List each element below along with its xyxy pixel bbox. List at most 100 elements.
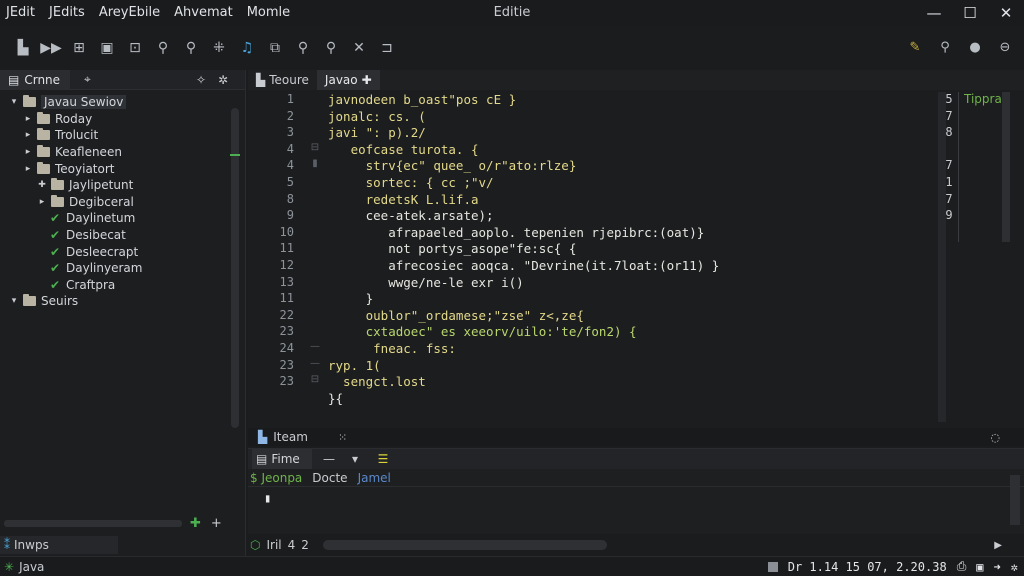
tree-item[interactable]: ✔ Desleecrapt <box>0 243 245 260</box>
code-line[interactable]: } <box>328 291 938 308</box>
code-line[interactable]: javnodeen b_oast"pos cE } <box>328 92 938 109</box>
expand-icon[interactable]: ✚ <box>36 180 48 190</box>
debug-icon[interactable]: ⁜ <box>208 37 230 59</box>
fold-marker-icon[interactable] <box>306 109 324 126</box>
code-line[interactable]: }{ <box>328 391 938 408</box>
tab-fime[interactable]: ▤ Fime <box>252 449 312 469</box>
find-icon[interactable]: ⚲ <box>180 37 202 59</box>
star-icon[interactable]: ✧ <box>190 73 212 87</box>
twisty-icon[interactable]: ▸ <box>22 114 34 124</box>
fold-marker-icon[interactable]: ▮ <box>306 158 324 175</box>
twisty-icon[interactable]: ▸ <box>22 130 34 140</box>
tree-item[interactable]: ▾ Javau Sewiov <box>0 94 245 111</box>
arrow-icon[interactable]: ➜ <box>994 560 1001 574</box>
copy-icon[interactable]: ⧉ <box>264 37 286 59</box>
grid-icon[interactable]: ⁙ <box>338 431 358 444</box>
code-line[interactable]: strv{ec" quee_ o/r"ato:rlze} <box>328 158 938 175</box>
tree-item[interactable]: ✔ Desibecat <box>0 227 245 244</box>
tree-item[interactable]: ✔ Craftpra <box>0 277 245 294</box>
menu-areyebile[interactable]: AreyEbile <box>99 5 160 20</box>
fold-marker-icon[interactable] <box>306 125 324 142</box>
code-line[interactable]: javi ": p).2/ <box>328 125 938 142</box>
tab-iteam[interactable]: ▙ Iteam <box>248 430 338 444</box>
output-col-3[interactable]: Jamel <box>358 471 391 485</box>
settings-icon[interactable]: ⊖ <box>994 36 1016 58</box>
tree-item[interactable]: ▸ Keafleneen <box>0 144 245 161</box>
fold-marker-icon[interactable] <box>306 291 324 308</box>
fold-marker-icon[interactable]: — <box>306 358 324 375</box>
fold-marker-icon[interactable]: ⊟ <box>306 142 324 159</box>
fold-marker-icon[interactable]: — <box>306 341 324 358</box>
code-line[interactable]: eofcase turota. { <box>328 142 938 159</box>
menu-momle[interactable]: Momle <box>247 5 290 20</box>
twisty-icon[interactable]: ▸ <box>22 147 34 157</box>
tree-item[interactable]: ▸ Teoyiatort <box>0 160 245 177</box>
code-line[interactable]: sortec: { cc ;"v/ <box>328 175 938 192</box>
minimize-button[interactable]: — <box>916 0 952 26</box>
badge-icon[interactable]: ● <box>964 36 986 58</box>
code-area[interactable]: javnodeen b_oast"pos cE } jonalc: cs. (ja… <box>328 92 938 407</box>
code-line[interactable]: afrecosiec aoqca. "Devrine(it.7loat:(or1… <box>328 258 938 275</box>
tree-scrollbar[interactable] <box>231 108 239 428</box>
fold-marker-icon[interactable] <box>306 241 324 258</box>
bottom-scrollbar[interactable] <box>1010 475 1020 525</box>
code-line[interactable]: sengct.lost <box>328 374 938 391</box>
hscroll-thumb[interactable] <box>322 540 607 550</box>
twisty-icon[interactable]: ▾ <box>8 97 20 107</box>
new-file-icon[interactable]: ▙ <box>12 37 34 59</box>
code-line[interactable]: redetsK L.lif.a <box>328 192 938 209</box>
save-icon[interactable]: ▣ <box>96 37 118 59</box>
fold-marker-icon[interactable] <box>306 308 324 325</box>
search-icon[interactable]: ⚲ <box>152 37 174 59</box>
search-icon[interactable]: ⚲ <box>292 37 314 59</box>
fold-marker-icon[interactable] <box>306 175 324 192</box>
layout-icon[interactable]: ⊞ <box>68 37 90 59</box>
notification-icon[interactable]: ▣ <box>976 560 983 574</box>
pin-icon[interactable]: ⌖ <box>70 72 190 87</box>
tree-item[interactable]: ▸ Degibceral <box>0 194 245 211</box>
close-button[interactable]: ✕ <box>988 0 1024 26</box>
fold-marker-icon[interactable] <box>306 208 324 225</box>
scroll-right-icon[interactable]: ▶ <box>994 540 1002 551</box>
cut-icon[interactable]: ✕ <box>348 37 370 59</box>
inputs-tab[interactable]: ⁑ Inwps <box>0 536 118 554</box>
code-line[interactable]: oublor"_ordamese;"zse" z<,ze{ <box>328 308 938 325</box>
gear-icon[interactable]: ✲ <box>1011 560 1018 574</box>
code-line[interactable]: fneac. fss: <box>328 341 938 358</box>
menu-jedits[interactable]: JEdits <box>49 5 85 20</box>
tab-teoure[interactable]: ▙ Teoure <box>248 70 317 90</box>
fold-marker-icon[interactable] <box>306 258 324 275</box>
fold-marker-icon[interactable] <box>306 192 324 209</box>
search-icon[interactable]: ⚲ <box>934 36 956 58</box>
tree-item[interactable]: ✔ Daylinetum <box>0 210 245 227</box>
code-line[interactable]: cee-atek.arsate); <box>328 208 938 225</box>
fold-marker-icon[interactable] <box>306 225 324 242</box>
run-icon[interactable]: ▶▶ <box>40 37 62 59</box>
minimize-panel-icon[interactable]: — <box>320 452 338 466</box>
twisty-icon[interactable]: ▸ <box>22 164 34 174</box>
tab-javao[interactable]: Javao ✚ <box>316 70 380 90</box>
output-col-1[interactable]: $ Jeonpa <box>250 471 302 485</box>
add-alt-icon[interactable]: + <box>211 516 222 531</box>
output-col-2[interactable]: Docte <box>312 471 347 485</box>
tab-project[interactable]: ▤ Crnne <box>0 69 70 90</box>
add-icon[interactable]: ✚ <box>190 516 201 531</box>
chevron-down-icon[interactable]: ▾ <box>346 452 364 466</box>
tree-hscrollbar[interactable] <box>4 520 182 527</box>
twisty-icon[interactable]: ▾ <box>8 296 20 306</box>
tree-item[interactable]: ✚ Jaylipetunt <box>0 177 245 194</box>
menu-ahvemat[interactable]: Ahvemat <box>174 5 233 20</box>
terminal-cursor[interactable]: ▮ <box>248 487 1024 509</box>
printer-icon[interactable]: ⎙ <box>957 559 967 574</box>
pen-icon[interactable]: ✎ <box>904 36 926 58</box>
tree-item[interactable]: ▾ Seuirs <box>0 293 245 310</box>
outline-scrollbar[interactable] <box>1002 92 1010 242</box>
code-line[interactable]: not portys_asope"fe:sc{ { <box>328 241 938 258</box>
menu-jedit[interactable]: JEdit <box>6 5 35 20</box>
music-icon[interactable]: ♫ <box>236 37 258 59</box>
fold-marker-icon[interactable] <box>306 275 324 292</box>
close-tab-icon[interactable]: ✚ <box>362 73 372 87</box>
code-line[interactable]: cxtadoec" es xeeorv/uilo:'te/fon2) { <box>328 324 938 341</box>
expand-icon[interactable]: ◌ <box>990 431 1000 444</box>
language-indicator[interactable]: ✳ Java <box>0 560 44 574</box>
